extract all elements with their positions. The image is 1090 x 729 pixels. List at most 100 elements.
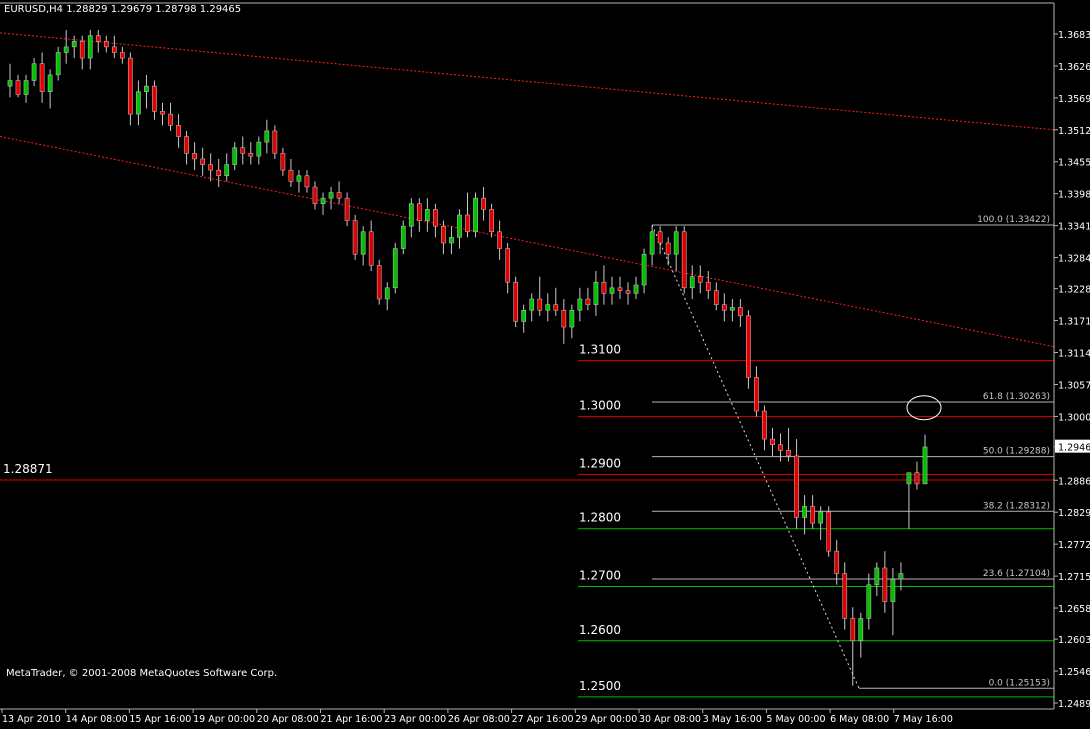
bull-candle (264, 130, 270, 143)
bear-candle (746, 315, 751, 378)
bear-candle (657, 231, 663, 244)
bear-candle (914, 472, 920, 485)
price-level-label: 1.3000 (579, 399, 621, 413)
price-tick-label: 1.30575 (1058, 380, 1090, 391)
bear-candle (433, 209, 438, 227)
fib-level-label: 38.2 (1.28312) (983, 501, 1050, 511)
bull-candle (689, 276, 695, 289)
candlestick-chart[interactable]: 1.3100 1.3000 1.2900 1.2800 1.2700 1.2600 1.25… (0, 0, 1090, 725)
bull-candle (31, 63, 37, 81)
bear-candle (465, 214, 470, 233)
time-tick-label: 14 Apr 08:00 (66, 714, 128, 725)
bear-candle (368, 231, 374, 266)
bull-candle (408, 203, 414, 227)
price-level-label: 1.2800 (579, 511, 621, 525)
chart-title: EURUSD,H4 1.28829 1.29679 1.28798 1.2946… (4, 4, 241, 15)
bear-candle (336, 192, 342, 199)
bull-candle (922, 446, 928, 485)
price-tick-label: 1.32285 (1058, 285, 1090, 296)
bull-candle (232, 147, 238, 165)
bear-candle (441, 225, 446, 244)
price-level-label: 1.3100 (579, 343, 621, 357)
bear-candle (585, 298, 591, 305)
price-tick-label: 1.24890 (1058, 699, 1090, 710)
bear-candle (304, 175, 310, 188)
bull-candle (87, 35, 93, 59)
bear-candle (111, 46, 117, 53)
bull-candle (898, 573, 904, 580)
bear-candle (120, 52, 125, 59)
bear-candle (15, 80, 21, 95)
bear-candle (39, 63, 45, 92)
fib-level-label: 100.0 (1.33422) (977, 215, 1050, 225)
bear-candle (152, 85, 157, 112)
bear-candle (665, 242, 671, 255)
bear-candle (778, 444, 783, 451)
bear-candle (513, 281, 519, 322)
bull-candle (818, 511, 824, 524)
bear-candle (625, 290, 631, 294)
time-tick-label: 29 Apr 00:00 (575, 714, 637, 725)
bear-candle (248, 153, 254, 157)
bear-candle (416, 203, 422, 221)
bull-candle (384, 287, 390, 300)
bull-candle (23, 80, 29, 95)
bear-candle (489, 209, 494, 233)
bull-candle (673, 231, 679, 255)
bear-candle (537, 298, 543, 311)
bear-candle (79, 41, 85, 59)
bear-candle (192, 153, 197, 160)
price-tick-label: 1.25460 (1058, 667, 1090, 678)
bull-candle (144, 85, 149, 92)
bull-candle (328, 192, 334, 199)
bull-candle (730, 307, 735, 311)
bull-candle (449, 237, 454, 244)
chart-window[interactable]: 1.3100 1.3000 1.2900 1.2800 1.2700 1.2600 1.25… (0, 0, 1090, 725)
bull-candle (569, 309, 575, 328)
bull-candle (545, 304, 551, 311)
bear-candle (481, 197, 486, 210)
bull-candle (320, 197, 326, 205)
time-tick-label: 19 Apr 00:00 (193, 714, 255, 725)
bull-candle (858, 618, 864, 642)
bull-candle (529, 298, 535, 311)
price-tick-label: 1.35120 (1058, 126, 1090, 137)
bear-candle (810, 506, 815, 524)
bull-candle (802, 506, 807, 518)
price-tick-label: 1.33980 (1058, 190, 1090, 201)
price-tick-label: 1.35690 (1058, 94, 1090, 105)
bull-candle (55, 52, 61, 76)
bear-candle (103, 41, 109, 48)
current-price-label: 1.29465 (1058, 443, 1090, 454)
time-tick-label: 15 Apr 16:00 (129, 714, 191, 725)
bull-candle (890, 578, 896, 602)
price-tick-label: 1.28865 (1058, 476, 1090, 487)
price-tick-label: 1.34550 (1058, 158, 1090, 169)
bear-candle (272, 130, 278, 154)
time-tick-label: 20 Apr 08:00 (257, 714, 319, 725)
bull-candle (63, 46, 69, 53)
bear-candle (617, 287, 623, 291)
bull-candle (296, 175, 302, 182)
price-tick-label: 1.31715 (1058, 317, 1090, 328)
bear-candle (842, 573, 848, 619)
bear-candle (240, 147, 246, 154)
bull-candle (256, 141, 262, 157)
price-tick-label: 1.28295 (1058, 508, 1090, 519)
bull-candle (521, 309, 527, 322)
bear-candle (176, 125, 181, 137)
price-level-label: 1.2500 (579, 679, 621, 693)
marked-level-label: 1.28871 (3, 462, 53, 476)
bear-candle (561, 309, 567, 328)
bull-candle (633, 284, 639, 294)
bull-candle (866, 584, 872, 619)
bull-candle (425, 209, 430, 221)
bear-candle (834, 550, 840, 574)
bear-candle (770, 438, 775, 445)
bear-candle (713, 290, 719, 305)
bull-candle (641, 253, 647, 286)
bear-candle (705, 281, 711, 291)
price-tick-label: 1.30005 (1058, 412, 1090, 423)
bear-candle (376, 265, 382, 300)
bear-candle (786, 450, 791, 457)
